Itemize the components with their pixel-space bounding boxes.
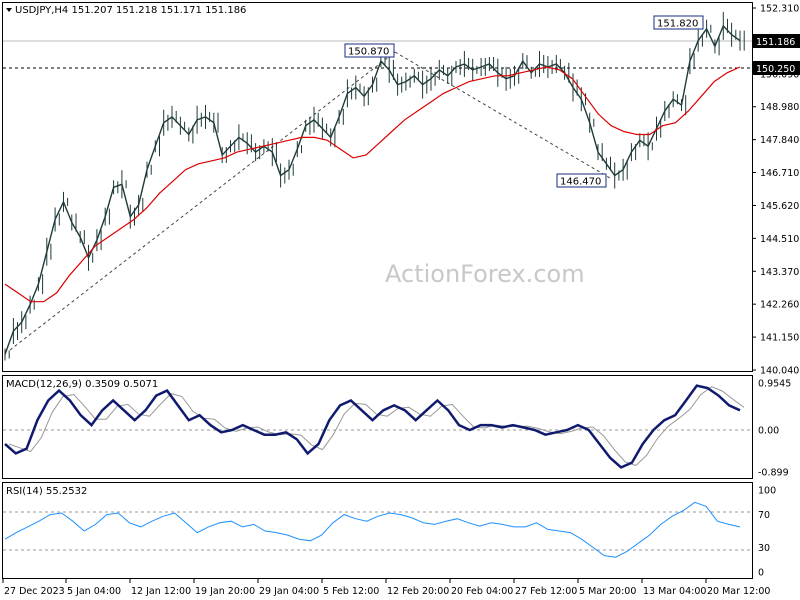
macd-y-axis: 0.9545 0.00 -0.899 <box>758 379 791 479</box>
macd-panel <box>2 375 753 479</box>
x-tick-label: 20 Mar 12:00 <box>707 586 770 597</box>
rsi-y-axis: 100 70 30 0 <box>758 486 776 579</box>
rsi-y-tick-label: 70 <box>758 510 770 521</box>
macd-y-tick-label: 0.00 <box>758 426 779 437</box>
chart: ActionForex.com 150.870 146.470 151.820 … <box>2 2 800 597</box>
main-y-tick-label: 146.710 <box>760 168 799 179</box>
macd-y-tick-label: 0.9545 <box>758 379 791 390</box>
main-y-tick-label: 147.840 <box>760 135 799 146</box>
level-marker-text: 150.250 <box>756 64 795 75</box>
x-tick-label: 5 Jan 04:00 <box>67 586 121 597</box>
rsi-y-tick-label: 0 <box>758 568 764 579</box>
x-tick-label: 27 Feb 12:00 <box>515 586 577 597</box>
main-y-tick-label: 144.510 <box>760 234 799 245</box>
rsi-title: RSI(14) 55.2532 <box>6 486 87 497</box>
x-tick-label: 29 Jan 04:00 <box>259 586 319 597</box>
x-tick-label: 12 Feb 20:00 <box>387 586 449 597</box>
rsi-y-tick-label: 100 <box>758 486 776 497</box>
x-tick-label: 12 Jan 12:00 <box>131 586 191 597</box>
x-axis: 27 Dec 2023 5 Jan 04:00 12 Jan 12:00 19 Jan… <box>2 579 770 597</box>
rsi-y-tick-label: 30 <box>758 543 770 554</box>
annotation-151820: 151.820 <box>653 15 704 30</box>
annotation-150870: 150.870 <box>344 43 395 58</box>
macd-y-tick-label: -0.899 <box>758 468 789 479</box>
main-y-tick-label: 148.980 <box>760 102 799 113</box>
level-marker: 150.250 <box>753 61 800 75</box>
current-price-text: 151.186 <box>756 37 795 48</box>
main-y-tick-label: 152.310 <box>760 4 799 15</box>
annotation-146470-label: 146.470 <box>560 177 601 188</box>
symbol-header: USDJPY,H4 151.207 151.218 151.171 151.18… <box>6 5 246 16</box>
rsi-panel <box>2 482 753 579</box>
x-tick-label: 27 Dec 2023 <box>4 586 65 597</box>
watermark: ActionForex.com <box>385 260 585 288</box>
main-y-tick-label: 140.040 <box>760 366 799 377</box>
annotation-146470: 146.470 <box>556 173 607 188</box>
main-y-tick-label: 145.620 <box>760 201 799 212</box>
x-tick-label: 20 Feb 04:00 <box>451 586 513 597</box>
annotation-150870-label: 150.870 <box>348 47 389 58</box>
main-y-tick-label: 143.370 <box>760 267 799 278</box>
x-tick-label: 5 Mar 20:00 <box>579 586 636 597</box>
x-tick-label: 5 Feb 12:00 <box>323 586 379 597</box>
symbol-header-text: USDJPY,H4 151.207 151.218 151.171 151.18… <box>15 5 246 16</box>
main-y-axis: 152.310151.186150.090148.980147.840146.7… <box>752 4 799 377</box>
macd-title: MACD(12,26,9) 0.3509 0.5071 <box>6 379 158 390</box>
main-y-tick-label: 141.150 <box>760 333 799 344</box>
x-tick-label: 19 Jan 20:00 <box>195 586 255 597</box>
annotation-151820-label: 151.820 <box>657 19 698 30</box>
current-price-marker: 151.186 <box>753 34 800 48</box>
main-y-tick-label: 142.260 <box>760 300 799 311</box>
x-tick-label: 13 Mar 04:00 <box>643 586 706 597</box>
